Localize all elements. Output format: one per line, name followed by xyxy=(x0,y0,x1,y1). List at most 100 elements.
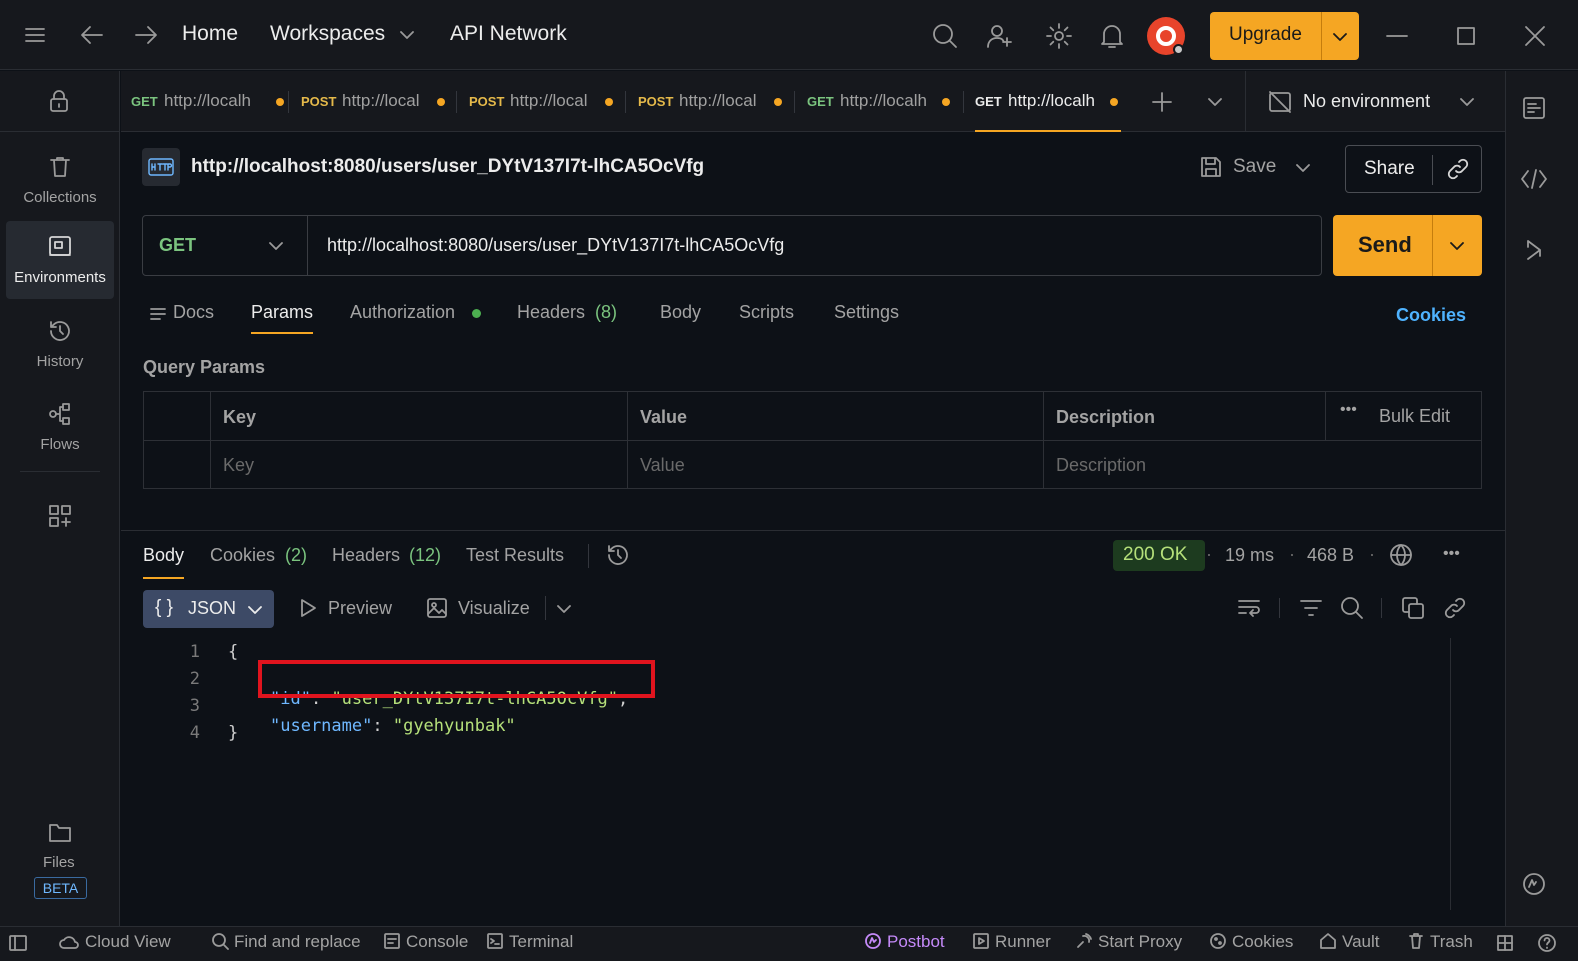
tab-url: http://local xyxy=(510,91,588,110)
cloud-view-button[interactable]: Cloud View xyxy=(58,932,171,952)
request-tab[interactable]: POST http://local xyxy=(638,71,798,132)
format-selector[interactable]: { } JSON xyxy=(143,590,274,628)
close-icon[interactable] xyxy=(1524,25,1546,47)
response-time[interactable]: 19 ms xyxy=(1225,545,1274,566)
toggle-sidebar-icon[interactable] xyxy=(8,934,28,952)
search-icon[interactable] xyxy=(932,23,958,49)
chevron-down-icon[interactable] xyxy=(1208,97,1222,107)
postbot-button[interactable]: Postbot xyxy=(864,932,945,952)
files-label[interactable]: Files xyxy=(43,854,75,871)
save-button[interactable]: Save xyxy=(1233,156,1276,178)
sidebar-item-environments[interactable]: Environments xyxy=(6,221,114,299)
tab-scripts[interactable]: Scripts xyxy=(739,302,794,323)
environment-selector[interactable]: No environment xyxy=(1266,71,1476,132)
globe-icon[interactable] xyxy=(1389,543,1413,567)
bulk-edit-button[interactable]: Bulk Edit xyxy=(1379,406,1450,427)
runner-button[interactable]: Runner xyxy=(972,932,1051,952)
request-tab[interactable]: GET http://localh xyxy=(131,71,291,132)
request-tab[interactable]: GET http://localh xyxy=(807,71,967,132)
code-icon[interactable] xyxy=(1520,169,1548,189)
method-label: POST xyxy=(301,94,337,109)
response-size[interactable]: 468 B xyxy=(1307,545,1354,566)
tab-settings[interactable]: Settings xyxy=(834,302,899,323)
console-button[interactable]: Console xyxy=(383,932,468,952)
chevron-down-icon[interactable] xyxy=(1296,163,1310,173)
terminal-button[interactable]: Terminal xyxy=(486,932,573,952)
save-icon[interactable] xyxy=(1199,155,1223,179)
tab-params[interactable]: Params xyxy=(251,302,314,334)
request-tab[interactable]: POST http://local xyxy=(301,71,461,132)
gear-icon[interactable] xyxy=(1045,22,1073,50)
status-badge[interactable]: 200 OK xyxy=(1113,540,1205,571)
help-icon[interactable] xyxy=(1537,933,1557,953)
response-divider[interactable] xyxy=(121,530,1505,531)
play-icon[interactable] xyxy=(299,598,317,618)
ai-assistant-icon[interactable] xyxy=(1521,871,1547,897)
home-link[interactable]: Home xyxy=(182,22,238,46)
avatar[interactable] xyxy=(1147,17,1185,55)
chevron-down-icon[interactable] xyxy=(557,604,571,614)
sidebar-item-collections[interactable]: Collections xyxy=(6,141,114,219)
tab-docs[interactable]: Docs xyxy=(173,302,214,323)
more-options-icon[interactable]: ••• xyxy=(1443,545,1460,563)
find-and-replace-button[interactable]: Find and replace xyxy=(211,932,361,952)
maximize-icon[interactable] xyxy=(1456,26,1476,46)
trash-can-icon xyxy=(50,157,70,177)
sidebar-item-flows[interactable]: Flows xyxy=(6,388,114,466)
menu-icon[interactable] xyxy=(24,25,46,45)
tab-body[interactable]: Body xyxy=(660,302,701,323)
forward-arrow-icon[interactable] xyxy=(134,24,158,46)
request-tab[interactable]: POST http://local xyxy=(469,71,629,132)
share-button[interactable]: Share xyxy=(1345,145,1482,193)
filter-icon[interactable] xyxy=(1299,598,1323,618)
response-tab-cookies[interactable]: Cookies xyxy=(210,545,275,566)
link-icon[interactable] xyxy=(1447,158,1469,180)
minimize-icon[interactable] xyxy=(1386,34,1408,38)
lock-icon[interactable] xyxy=(48,89,70,113)
two-pane-icon[interactable] xyxy=(1496,934,1514,952)
tab-headers[interactable]: Headers xyxy=(517,302,585,323)
bell-icon[interactable] xyxy=(1100,22,1124,50)
vault-button[interactable]: Vault xyxy=(1319,932,1380,952)
wrap-lines-icon[interactable] xyxy=(1237,597,1261,619)
related-collections-icon[interactable] xyxy=(1524,239,1544,261)
image-icon[interactable] xyxy=(426,597,448,619)
invite-user-icon[interactable] xyxy=(986,23,1014,49)
request-title[interactable]: http://localhost:8080/users/user_DYtV137… xyxy=(191,156,704,178)
configure-sidebar-icon[interactable] xyxy=(48,504,72,528)
sidebar-item-history[interactable]: History xyxy=(6,305,114,383)
chevron-down-icon[interactable] xyxy=(1333,32,1347,42)
cookies-link[interactable]: Cookies xyxy=(1396,305,1466,326)
start-proxy-button[interactable]: Start Proxy xyxy=(1075,932,1182,952)
api-network-link[interactable]: API Network xyxy=(450,22,567,46)
tab-authorization[interactable]: Authorization xyxy=(350,302,455,323)
response-tab-test-results[interactable]: Test Results xyxy=(466,545,564,566)
response-tab-body[interactable]: Body xyxy=(143,545,185,579)
more-options-icon[interactable]: ••• xyxy=(1340,401,1357,419)
url-bar: GET http://localhost:8080/users/user_DYt… xyxy=(142,215,1322,276)
preview-button[interactable]: Preview xyxy=(328,598,392,619)
description-input[interactable]: Description xyxy=(1056,455,1146,476)
method-selector[interactable]: GET xyxy=(143,216,308,275)
response-tab-headers[interactable]: Headers xyxy=(332,545,400,566)
chevron-down-icon[interactable] xyxy=(1450,241,1464,251)
workspaces-menu[interactable]: Workspaces xyxy=(270,22,385,46)
back-arrow-icon[interactable] xyxy=(80,24,104,46)
trash-button[interactable]: Trash xyxy=(1407,932,1473,952)
upgrade-button[interactable]: Upgrade xyxy=(1210,12,1359,60)
url-input[interactable]: http://localhost:8080/users/user_DYtV137… xyxy=(327,235,784,256)
chevron-down-icon[interactable] xyxy=(400,30,414,40)
cookies-button[interactable]: Cookies xyxy=(1209,932,1293,952)
send-button[interactable]: Send xyxy=(1333,215,1482,276)
link-icon[interactable] xyxy=(1443,596,1467,620)
copy-icon[interactable] xyxy=(1401,596,1425,620)
documentation-icon[interactable] xyxy=(1522,96,1546,120)
value-input[interactable]: Value xyxy=(640,455,685,476)
request-tab-active[interactable]: GET http://localh xyxy=(975,71,1121,132)
search-icon[interactable] xyxy=(1340,596,1364,620)
history-icon[interactable] xyxy=(606,543,630,567)
new-tab-plus-icon[interactable] xyxy=(1151,91,1173,113)
visualize-button[interactable]: Visualize xyxy=(458,598,530,619)
key-input[interactable]: Key xyxy=(223,455,254,476)
folder-icon[interactable] xyxy=(48,821,72,843)
